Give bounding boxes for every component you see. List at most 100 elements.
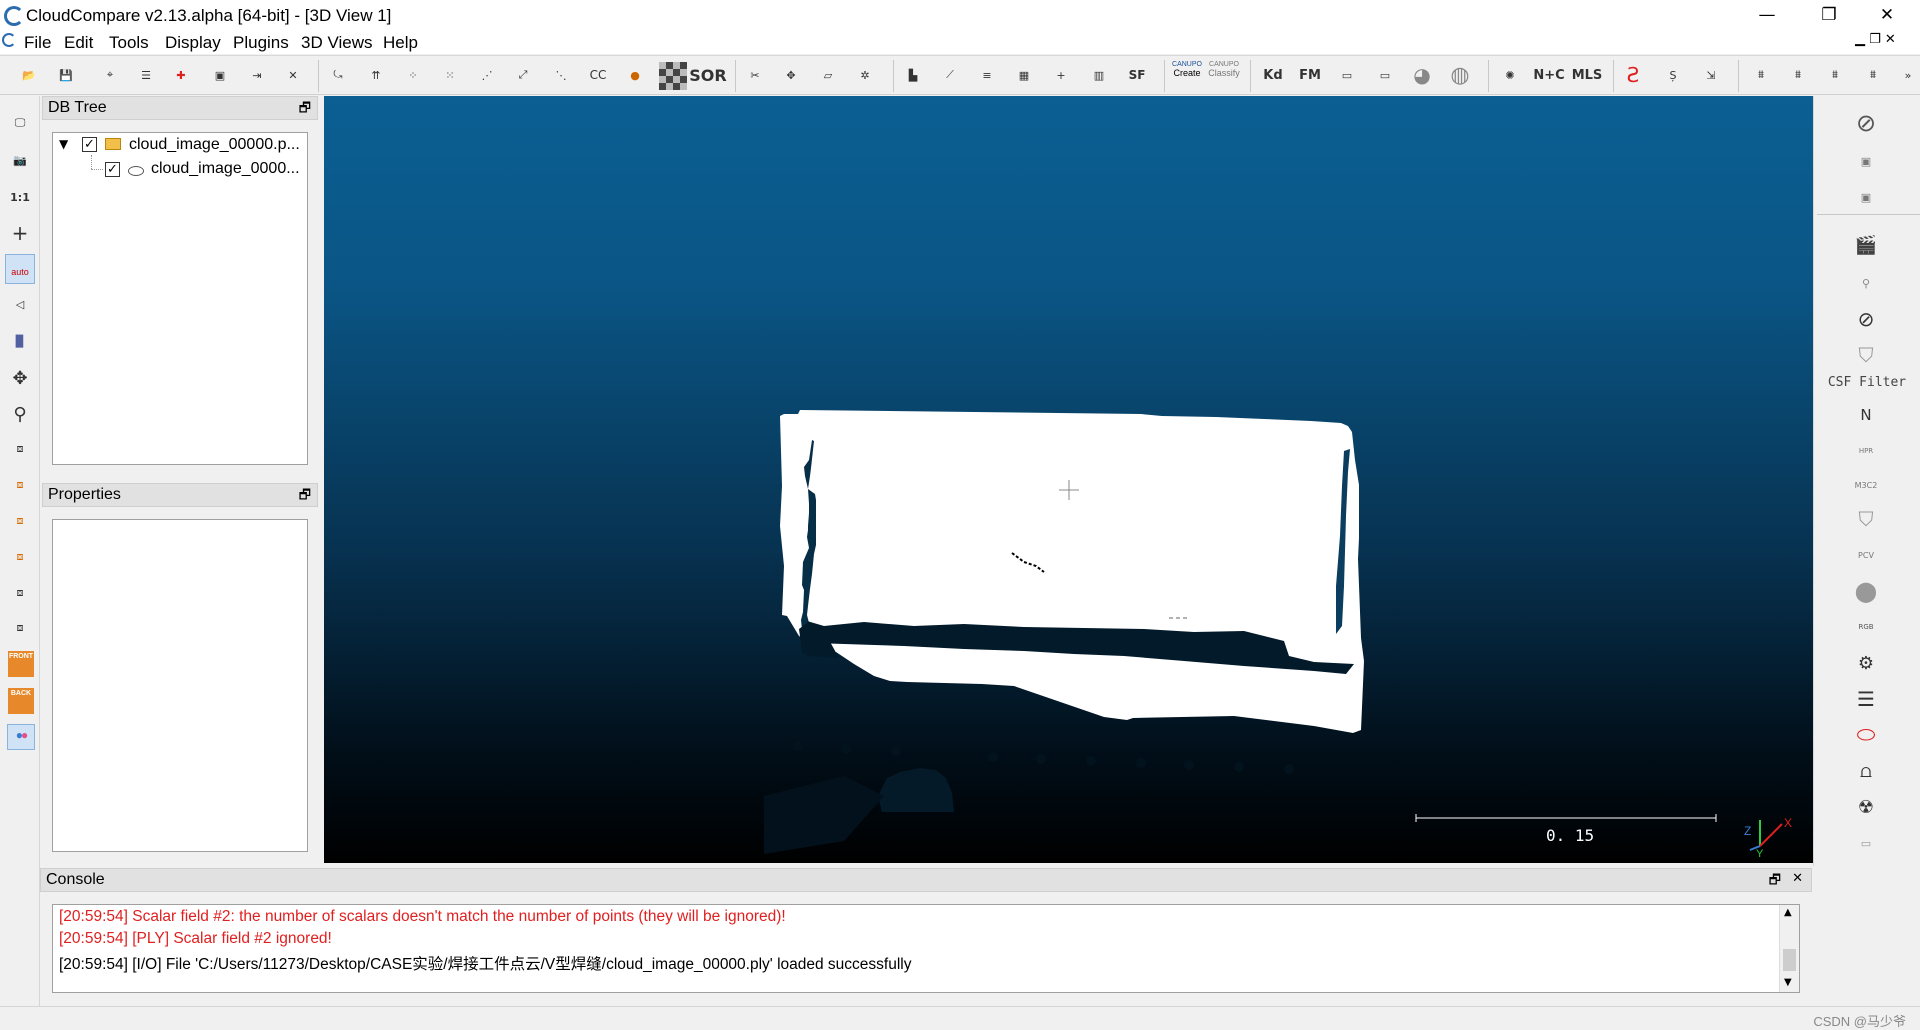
view-c-icon[interactable]: ⩩: [1822, 62, 1848, 88]
iso-back-icon[interactable]: BACK: [8, 688, 34, 714]
register-icon[interactable]: ⤢: [510, 62, 536, 88]
zoom-icon[interactable]: ⚲: [7, 401, 33, 427]
mdi-window-controls[interactable]: ▁ ❐ ✕: [1855, 32, 1896, 47]
one-to-one-zoom-icon[interactable]: 1:1: [7, 184, 33, 210]
hpr-icon[interactable]: HPR: [1853, 438, 1879, 464]
stereo-icon[interactable]: ●●: [7, 724, 35, 750]
perspective-icon[interactable]: ◁: [7, 291, 33, 317]
brush-icon[interactable]: ⚲: [1853, 270, 1879, 296]
back-view-icon[interactable]: ⧈: [7, 544, 33, 570]
sf-color-icon[interactable]: ●: [622, 62, 648, 88]
menu-tools[interactable]: Tools: [109, 33, 149, 53]
export-icon[interactable]: ⇲: [1698, 62, 1724, 88]
bottom-view-icon[interactable]: ⧈: [7, 615, 33, 641]
left-view-icon[interactable]: ⧈: [7, 508, 33, 534]
shield-icon[interactable]: ⛉: [1853, 506, 1879, 532]
cloud-layers-icon[interactable]: ▣: [1853, 148, 1879, 174]
camera-icon[interactable]: 📷: [7, 147, 33, 173]
canupo-classify-icon[interactable]: CANUPO Classify: [1207, 60, 1241, 78]
view-b-icon[interactable]: ⩩: [1785, 62, 1811, 88]
translate-icon[interactable]: ✥: [7, 365, 33, 391]
sf-filter-icon[interactable]: ≡: [974, 62, 1000, 88]
bug-icon[interactable]: ☢: [1853, 794, 1879, 820]
menu-help[interactable]: Help: [383, 33, 418, 53]
no-entry-icon[interactable]: ⊘: [1853, 109, 1879, 137]
menu-plugins[interactable]: Plugins: [233, 33, 289, 53]
cloud-cloud-dist-icon[interactable]: ⋰: [474, 62, 500, 88]
object-centered-icon[interactable]: ▉: [7, 328, 33, 354]
iso-front-icon[interactable]: FRONT: [8, 651, 34, 677]
translate-rotate-icon[interactable]: ✚: [168, 62, 194, 88]
sor-filter-icon[interactable]: SOR: [689, 62, 726, 88]
close-button[interactable]: ✕: [1864, 0, 1910, 30]
pick-rotation-center-icon[interactable]: ⌖: [97, 62, 123, 88]
ransac-icon[interactable]: ⬤: [1853, 578, 1879, 604]
merge-icon[interactable]: ⇥: [244, 62, 270, 88]
csf-shield-icon[interactable]: ⛉: [1853, 342, 1879, 368]
section-icon[interactable]: Ƨ: [1620, 62, 1646, 88]
sf-gradient-icon[interactable]: ⟋: [937, 62, 963, 88]
cut-icon[interactable]: ✂: [742, 62, 768, 88]
tree-item-label[interactable]: cloud_image_0000...: [151, 160, 300, 178]
cloud-mesh-dist-icon[interactable]: ⁙: [437, 62, 463, 88]
layers-icon[interactable]: ☰: [1853, 686, 1879, 712]
globe-icon[interactable]: ◍: [1447, 62, 1473, 88]
properties-float-icon[interactable]: 🗗: [299, 486, 311, 508]
plugin-b-icon[interactable]: ▭: [1372, 62, 1398, 88]
top-view-icon[interactable]: ⧈: [7, 436, 33, 462]
segment-icon[interactable]: ▣: [207, 62, 233, 88]
animation-icon[interactable]: 🎬: [1853, 232, 1879, 258]
plugin-a-icon[interactable]: ▭: [1334, 62, 1360, 88]
facets-icon[interactable]: ⚙: [1853, 650, 1879, 676]
sphere-icon[interactable]: ◕: [1409, 62, 1435, 88]
kdtree-icon[interactable]: Kd: [1260, 62, 1286, 88]
fine-register-icon[interactable]: ⋱: [548, 62, 574, 88]
normal-n-icon[interactable]: N: [1853, 402, 1879, 428]
front-view-icon[interactable]: ⧈: [7, 472, 33, 498]
console-float-icon[interactable]: 🗗: [1769, 871, 1781, 893]
add-sf-icon[interactable]: +: [1048, 62, 1074, 88]
pcv-icon[interactable]: PCV: [1853, 542, 1879, 568]
tree-item-label[interactable]: cloud_image_00000.p...: [129, 136, 300, 154]
menu-file[interactable]: File: [24, 33, 51, 53]
tree-item-1-checkbox[interactable]: ✓: [105, 162, 120, 177]
checkerboard-icon[interactable]: [659, 62, 687, 90]
save-icon[interactable]: 💾: [53, 62, 79, 88]
menu-edit[interactable]: Edit: [64, 33, 93, 53]
histogram-icon[interactable]: ▙: [900, 62, 926, 88]
cc-icon[interactable]: CC: [585, 62, 611, 88]
3d-view[interactable]: 0. 15 Z Y X: [324, 96, 1813, 863]
console-scrollbar[interactable]: ▲ ▼: [1779, 905, 1799, 992]
minimize-button[interactable]: —: [1744, 0, 1790, 30]
console-close-icon[interactable]: ✕: [1792, 871, 1803, 886]
view-d-icon[interactable]: ⩩: [1860, 62, 1886, 88]
arch-icon[interactable]: ⩍: [1853, 758, 1879, 784]
tree-item-0-checkbox[interactable]: ✓: [82, 137, 97, 152]
rgb-icon[interactable]: RGB: [1853, 614, 1879, 640]
scroll-up-icon[interactable]: ▲: [1784, 907, 1792, 918]
plane-icon[interactable]: ▱: [815, 62, 841, 88]
ellipse-icon[interactable]: ⬭: [1853, 722, 1879, 748]
n-plus-c-icon[interactable]: N+C: [1533, 62, 1564, 88]
view-a-icon[interactable]: ⩩: [1748, 62, 1774, 88]
plugin-gear-icon[interactable]: ✺: [1497, 62, 1523, 88]
delete-icon[interactable]: ✕: [280, 62, 306, 88]
restore-button[interactable]: ❐: [1806, 0, 1852, 30]
open-icon[interactable]: 📂: [16, 62, 42, 88]
normals-icon[interactable]: ⇈: [363, 62, 389, 88]
menu-display[interactable]: Display: [165, 33, 221, 53]
m3c2-icon[interactable]: M3C2: [1853, 472, 1879, 498]
subsample-icon[interactable]: ⁘: [400, 62, 426, 88]
move-icon[interactable]: ✥: [778, 62, 804, 88]
mls-icon[interactable]: MLS: [1572, 62, 1603, 88]
compass-icon[interactable]: ⊘: [1853, 306, 1879, 332]
sf-icon[interactable]: SF: [1124, 62, 1150, 88]
db-tree-float-icon[interactable]: 🗗: [299, 99, 311, 121]
canupo-icon[interactable]: ▣: [1853, 184, 1879, 210]
expand-arrow-icon[interactable]: ▼: [59, 137, 68, 151]
right-view-icon[interactable]: ⧈: [7, 580, 33, 606]
menu-3d-views[interactable]: 3D Views: [301, 33, 373, 53]
scroll-thumb[interactable]: [1783, 949, 1796, 971]
star-icon[interactable]: ✲: [852, 62, 878, 88]
scroll-down-icon[interactable]: ▼: [1784, 977, 1792, 988]
